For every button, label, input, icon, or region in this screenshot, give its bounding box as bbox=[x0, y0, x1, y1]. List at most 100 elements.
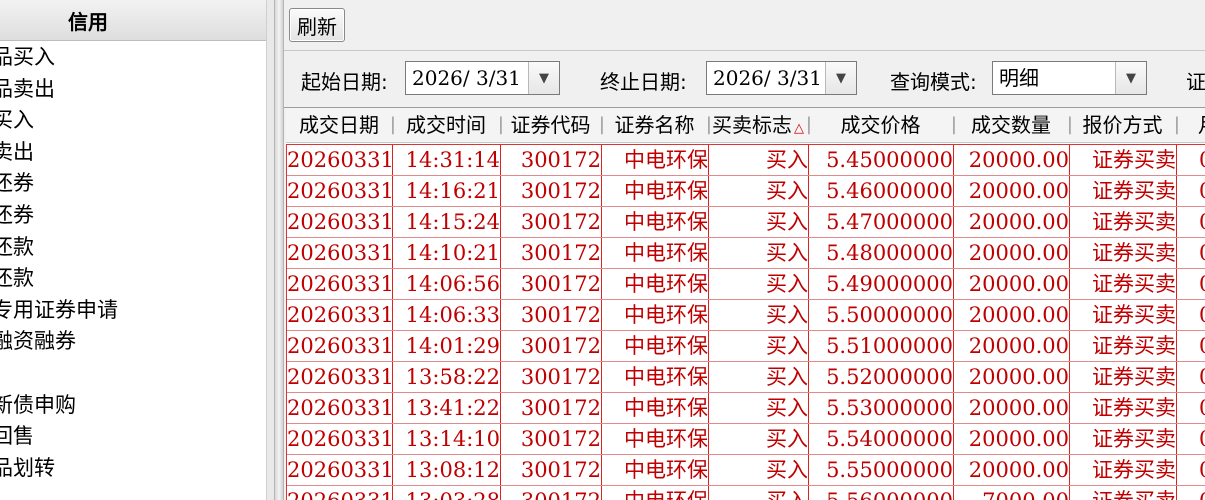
refresh-button[interactable]: 刷新 bbox=[289, 8, 345, 42]
nav-item bbox=[0, 358, 266, 390]
cell-extra: 0 bbox=[1177, 424, 1205, 454]
column-header-quote-method[interactable]: 报价方式 bbox=[1069, 108, 1181, 142]
left-nav-scrollbar[interactable] bbox=[266, 0, 274, 500]
chevron-down-icon[interactable]: ▼ bbox=[528, 62, 559, 94]
column-header-security-name[interactable]: 证券名称 bbox=[601, 108, 713, 142]
cell-quote-method: 证券买卖 bbox=[1070, 300, 1177, 330]
cell-quote-method: 证券买卖 bbox=[1070, 145, 1177, 175]
column-header-label: 成交价格 bbox=[840, 113, 921, 137]
table-row[interactable]: 20260331 14:01:29 300172 中电环保 买入 5.51000000 20… bbox=[287, 331, 1205, 362]
cell-trade-time: 13:08:12 bbox=[393, 455, 501, 485]
chevron-down-icon[interactable]: ▼ bbox=[1115, 62, 1146, 94]
cell-quantity: 20000.00 bbox=[954, 393, 1070, 423]
table-row[interactable]: 20260331 13:08:12 300172 中电环保 买入 5.55000000 20… bbox=[287, 455, 1205, 486]
extra-filter-label: 证 bbox=[1186, 70, 1205, 94]
cell-trade-date: 20260331 bbox=[287, 145, 393, 175]
cell-extra: 0 bbox=[1177, 269, 1205, 299]
cell-trade-time: 14:06:33 bbox=[393, 300, 501, 330]
table-row[interactable]: 20260331 13:14:10 300172 中电环保 买入 5.54000000 20… bbox=[287, 424, 1205, 455]
cell-security-name: 中电环保 bbox=[602, 424, 709, 454]
cell-trade-date: 20260331 bbox=[287, 331, 393, 361]
end-date-label: 终止日期: bbox=[600, 70, 687, 94]
column-header-security-code[interactable]: 证券代码 bbox=[500, 108, 606, 142]
cell-extra: 0 bbox=[1177, 486, 1205, 500]
nav-item[interactable]: 新债申购 bbox=[0, 390, 266, 422]
nav-item[interactable]: 还款 bbox=[0, 263, 266, 295]
end-date-picker[interactable]: 2026/ 3/31 ▼ bbox=[706, 61, 857, 95]
cell-price: 5.54000000 bbox=[809, 424, 954, 454]
column-header-label: 成交日期 bbox=[299, 113, 379, 137]
cell-trade-date: 20260331 bbox=[287, 300, 393, 330]
cell-price: 5.53000000 bbox=[809, 393, 954, 423]
cell-quote-method: 证券买卖 bbox=[1070, 362, 1177, 392]
cell-security-code: 300172 bbox=[501, 145, 602, 175]
cell-trade-date: 20260331 bbox=[287, 424, 393, 454]
start-date-picker[interactable]: 2026/ 3/31 ▼ bbox=[405, 61, 560, 95]
cell-side: 买入 bbox=[709, 145, 809, 175]
cell-security-name: 中电环保 bbox=[602, 238, 709, 268]
nav-item[interactable]: 卖出 bbox=[0, 137, 266, 169]
column-header-label: 证券名称 bbox=[614, 113, 695, 137]
cell-price: 5.52000000 bbox=[809, 362, 954, 392]
cell-quantity: 20000.00 bbox=[954, 269, 1070, 299]
cell-trade-time: 14:16:21 bbox=[393, 176, 501, 206]
cell-quote-method: 证券买卖 bbox=[1070, 331, 1177, 361]
nav-item[interactable]: 还款 bbox=[0, 232, 266, 264]
table-row[interactable]: 20260331 14:06:33 300172 中电环保 买入 5.50000000 20… bbox=[287, 300, 1205, 331]
nav-item[interactable]: 还券 bbox=[0, 168, 266, 200]
table-row[interactable]: 20260331 13:41:22 300172 中电环保 买入 5.53000000 20… bbox=[287, 393, 1205, 424]
cell-extra: 0 bbox=[1177, 362, 1205, 392]
nav-item[interactable]: 专用证券申请 bbox=[0, 295, 266, 327]
cell-quantity: 7000.00 bbox=[954, 486, 1070, 500]
nav-item[interactable]: 回售 bbox=[0, 421, 266, 453]
cell-trade-date: 20260331 bbox=[287, 362, 393, 392]
cell-price: 5.45000000 bbox=[809, 145, 954, 175]
table-row[interactable]: 2026033113:03:28300172中电环保买入5.5600000070… bbox=[287, 486, 1205, 500]
table-row[interactable]: 20260331 14:15:24 300172 中电环保 买入 5.47000000 20… bbox=[287, 207, 1205, 238]
column-header-price[interactable]: 成交价格 bbox=[808, 108, 958, 142]
column-header-extra[interactable]: 月 bbox=[1176, 108, 1205, 142]
nav-item[interactable]: 买入 bbox=[0, 105, 266, 137]
query-mode-select[interactable]: 明细 ▼ bbox=[992, 61, 1147, 95]
cell-security-code: 300172 bbox=[501, 486, 602, 500]
nav-item[interactable]: 品卖出 bbox=[0, 74, 266, 106]
start-date-value: 2026/ 3/31 bbox=[412, 66, 521, 90]
panel-splitter[interactable] bbox=[274, 0, 284, 500]
cell-price: 5.50000000 bbox=[809, 300, 954, 330]
column-header-label: 证券代码 bbox=[510, 113, 591, 137]
nav-item[interactable]: 品买入 bbox=[0, 42, 266, 74]
column-header-quantity[interactable]: 成交数量 bbox=[953, 108, 1073, 142]
left-nav-panel: 信用 品买入 品卖出 买入 卖出 还券 还券 还款 还款 专用证券申请 融资融券 新债申购 回售 品划转 bbox=[0, 0, 274, 500]
nav-item[interactable]: 品划转 bbox=[0, 453, 266, 485]
cell-trade-time: 13:58:22 bbox=[393, 362, 501, 392]
column-header-trade-time[interactable]: 成交时间 bbox=[392, 108, 504, 142]
query-mode-label: 查询模式: bbox=[890, 70, 977, 94]
trade-detail-table: 成交日期 成交时间证券代码证券名称买卖标志△ 成交价格 成交数量 报价方式 月 20260… bbox=[286, 108, 1205, 500]
cell-quote-method: 证券买卖 bbox=[1070, 486, 1177, 500]
left-nav-title: 信用 bbox=[68, 9, 108, 34]
table-row[interactable]: 20260331 14:31:14 300172 中电环保 买入 5.45000000 20… bbox=[287, 145, 1205, 176]
table-row[interactable]: 20260331 14:10:21 300172 中电环保 买入 5.48000000 20… bbox=[287, 238, 1205, 269]
cell-security-name: 中电环保 bbox=[602, 145, 709, 175]
table-row[interactable]: 20260331 14:16:21 300172 中电环保 买入 5.46000000 20… bbox=[287, 176, 1205, 207]
cell-side: 买入 bbox=[709, 455, 809, 485]
column-header-trade-date[interactable]: 成交日期 bbox=[286, 108, 396, 142]
cell-price: 5.47000000 bbox=[809, 207, 954, 237]
chevron-down-icon[interactable]: ▼ bbox=[825, 62, 856, 94]
cell-side: 买入 bbox=[709, 238, 809, 268]
cell-trade-date: 20260331 bbox=[287, 207, 393, 237]
cell-quantity: 20000.00 bbox=[954, 207, 1070, 237]
cell-trade-date: 20260331 bbox=[287, 455, 393, 485]
cell-trade-time: 13:03:28 bbox=[393, 486, 501, 500]
table-row[interactable]: 20260331 13:58:22 300172 中电环保 买入 5.52000000 20… bbox=[287, 362, 1205, 393]
query-mode-value: 明细 bbox=[999, 66, 1039, 90]
nav-item[interactable]: 还券 bbox=[0, 200, 266, 232]
cell-side: 买入 bbox=[709, 331, 809, 361]
cell-quantity: 20000.00 bbox=[954, 300, 1070, 330]
cell-trade-date: 20260331 bbox=[287, 393, 393, 423]
table-row[interactable]: 20260331 14:06:56 300172 中电环保 买入 5.49000000 20… bbox=[287, 269, 1205, 300]
column-header-side[interactable]: 买卖标志 △ bbox=[708, 108, 812, 142]
nav-item[interactable]: 融资融券 bbox=[0, 326, 266, 358]
cell-security-code: 300172 bbox=[501, 331, 602, 361]
cell-trade-time: 14:06:56 bbox=[393, 269, 501, 299]
